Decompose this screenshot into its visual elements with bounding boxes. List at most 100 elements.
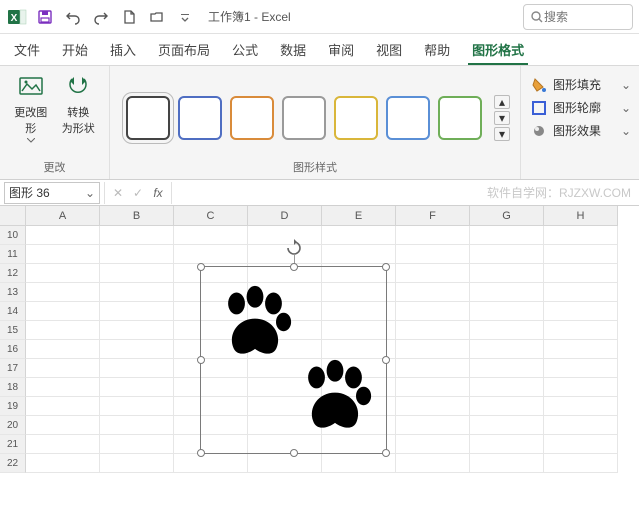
save-button[interactable] xyxy=(32,4,58,30)
cell-H16[interactable] xyxy=(544,340,618,359)
formula-input[interactable] xyxy=(172,182,487,204)
cell-G21[interactable] xyxy=(470,435,544,454)
cell-B21[interactable] xyxy=(100,435,174,454)
cell-G22[interactable] xyxy=(470,454,544,473)
resize-handle-ne[interactable] xyxy=(382,263,390,271)
col-header-B[interactable]: B xyxy=(100,206,174,226)
cell-B13[interactable] xyxy=(100,283,174,302)
cell-H15[interactable] xyxy=(544,321,618,340)
tab-view[interactable]: 视图 xyxy=(372,34,406,65)
resize-handle-nw[interactable] xyxy=(197,263,205,271)
cancel-formula-button[interactable]: ✕ xyxy=(109,186,127,200)
cell-B14[interactable] xyxy=(100,302,174,321)
shape-style-preset-3[interactable] xyxy=(282,96,326,140)
resize-handle-e[interactable] xyxy=(382,356,390,364)
cell-A21[interactable] xyxy=(26,435,100,454)
shape-selection-frame[interactable] xyxy=(200,266,387,454)
cell-A19[interactable] xyxy=(26,397,100,416)
cell-H22[interactable] xyxy=(544,454,618,473)
fx-button[interactable]: fx xyxy=(149,186,167,200)
cell-H11[interactable] xyxy=(544,245,618,264)
new-file-button[interactable] xyxy=(116,4,142,30)
gallery-row-down[interactable]: ▾ xyxy=(494,111,510,125)
cell-F16[interactable] xyxy=(396,340,470,359)
cell-D22[interactable] xyxy=(248,454,322,473)
rotate-handle[interactable] xyxy=(285,239,303,257)
cell-H20[interactable] xyxy=(544,416,618,435)
qat-more-button[interactable] xyxy=(172,4,198,30)
cell-A22[interactable] xyxy=(26,454,100,473)
cell-F18[interactable] xyxy=(396,378,470,397)
undo-button[interactable] xyxy=(60,4,86,30)
tab-file[interactable]: 文件 xyxy=(10,34,44,65)
tab-insert[interactable]: 插入 xyxy=(106,34,140,65)
cell-A18[interactable] xyxy=(26,378,100,397)
cell-B17[interactable] xyxy=(100,359,174,378)
cell-G11[interactable] xyxy=(470,245,544,264)
tab-home[interactable]: 开始 xyxy=(58,34,92,65)
cell-G20[interactable] xyxy=(470,416,544,435)
resize-handle-n[interactable] xyxy=(290,263,298,271)
cell-C22[interactable] xyxy=(174,454,248,473)
cell-G16[interactable] xyxy=(470,340,544,359)
row-header-22[interactable]: 22 xyxy=(0,454,26,473)
row-header-16[interactable]: 16 xyxy=(0,340,26,359)
shape-effects-button[interactable]: 图形效果 ⌄ xyxy=(531,122,631,139)
cell-A12[interactable] xyxy=(26,264,100,283)
cell-H13[interactable] xyxy=(544,283,618,302)
cell-F17[interactable] xyxy=(396,359,470,378)
cell-G10[interactable] xyxy=(470,226,544,245)
cell-A10[interactable] xyxy=(26,226,100,245)
tab-data[interactable]: 数据 xyxy=(276,34,310,65)
cell-A13[interactable] xyxy=(26,283,100,302)
cell-G12[interactable] xyxy=(470,264,544,283)
select-all-corner[interactable] xyxy=(0,206,26,226)
row-header-21[interactable]: 21 xyxy=(0,435,26,454)
cell-E11[interactable] xyxy=(322,245,396,264)
cell-F12[interactable] xyxy=(396,264,470,283)
cell-G18[interactable] xyxy=(470,378,544,397)
row-header-19[interactable]: 19 xyxy=(0,397,26,416)
cell-B15[interactable] xyxy=(100,321,174,340)
cell-F20[interactable] xyxy=(396,416,470,435)
cell-H12[interactable] xyxy=(544,264,618,283)
gallery-row-up[interactable]: ▴ xyxy=(494,95,510,109)
gallery-expand[interactable]: ▾ xyxy=(494,127,510,141)
row-header-17[interactable]: 17 xyxy=(0,359,26,378)
resize-handle-se[interactable] xyxy=(382,449,390,457)
cell-B20[interactable] xyxy=(100,416,174,435)
cell-F14[interactable] xyxy=(396,302,470,321)
cell-F19[interactable] xyxy=(396,397,470,416)
paw-print-2[interactable] xyxy=(293,359,377,446)
cell-H21[interactable] xyxy=(544,435,618,454)
resize-handle-sw[interactable] xyxy=(197,449,205,457)
shape-style-preset-2[interactable] xyxy=(230,96,274,140)
col-header-C[interactable]: C xyxy=(174,206,248,226)
cell-A16[interactable] xyxy=(26,340,100,359)
shape-fill-button[interactable]: 图形填充 ⌄ xyxy=(531,76,631,93)
shape-style-preset-5[interactable] xyxy=(386,96,430,140)
col-header-E[interactable]: E xyxy=(322,206,396,226)
style-gallery-more[interactable]: ▴ ▾ ▾ xyxy=(494,95,510,141)
cell-B16[interactable] xyxy=(100,340,174,359)
open-file-button[interactable] xyxy=(144,4,170,30)
cell-A17[interactable] xyxy=(26,359,100,378)
cell-F15[interactable] xyxy=(396,321,470,340)
tab-review[interactable]: 审阅 xyxy=(324,34,358,65)
row-header-13[interactable]: 13 xyxy=(0,283,26,302)
row-header-10[interactable]: 10 xyxy=(0,226,26,245)
col-header-G[interactable]: G xyxy=(470,206,544,226)
cell-C11[interactable] xyxy=(174,245,248,264)
cell-H19[interactable] xyxy=(544,397,618,416)
cell-C10[interactable] xyxy=(174,226,248,245)
cell-F13[interactable] xyxy=(396,283,470,302)
cell-H10[interactable] xyxy=(544,226,618,245)
resize-handle-s[interactable] xyxy=(290,449,298,457)
shape-style-preset-4[interactable] xyxy=(334,96,378,140)
cell-A20[interactable] xyxy=(26,416,100,435)
cell-G14[interactable] xyxy=(470,302,544,321)
cell-G19[interactable] xyxy=(470,397,544,416)
cell-E10[interactable] xyxy=(322,226,396,245)
row-header-14[interactable]: 14 xyxy=(0,302,26,321)
resize-handle-w[interactable] xyxy=(197,356,205,364)
